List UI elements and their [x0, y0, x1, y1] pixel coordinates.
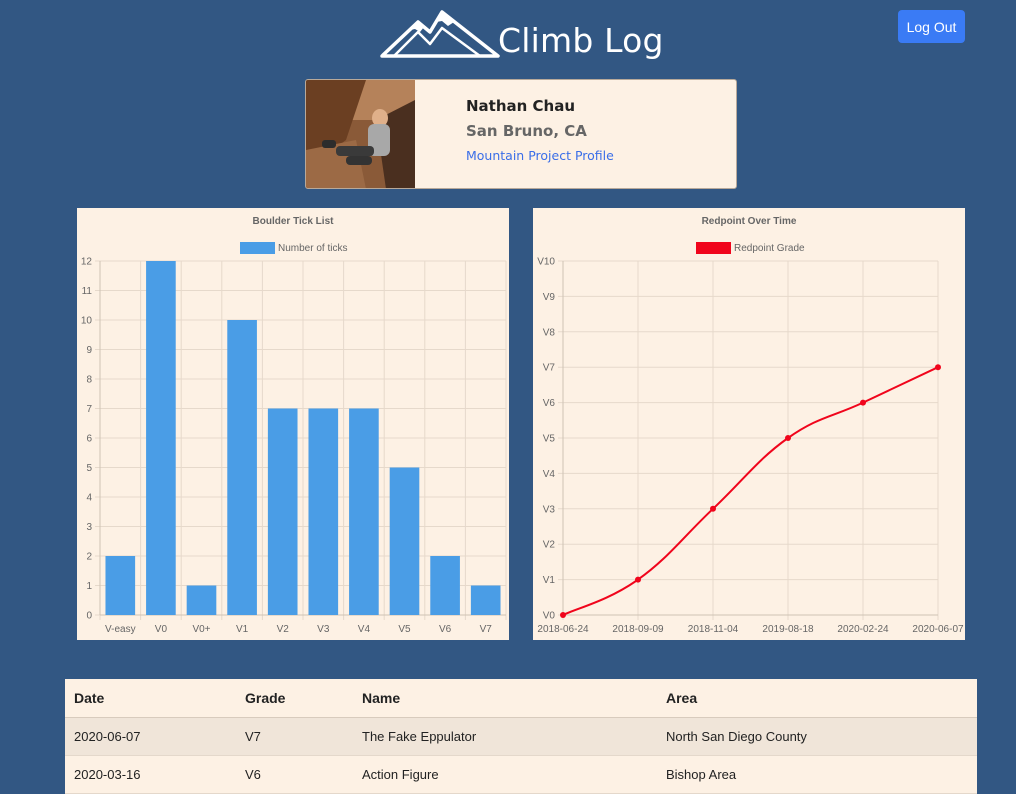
bar: [349, 408, 379, 615]
x-tick-label: V2: [277, 624, 290, 635]
y-tick-label: 9: [86, 345, 92, 356]
bar: [430, 556, 460, 615]
cell-date: 2020-06-07: [65, 717, 236, 756]
column-header-area: Area: [657, 679, 977, 718]
y-tick-label: V0: [543, 611, 556, 622]
y-tick-label: 8: [86, 375, 92, 386]
app-logo: Climb Log: [380, 8, 670, 64]
data-point: [635, 576, 641, 583]
y-tick-label: 5: [86, 463, 92, 474]
bar: [267, 408, 298, 615]
app-title: Climb Log: [498, 21, 664, 60]
x-tick-label: V6: [439, 624, 452, 635]
cell-name: The Fake Eppulator: [353, 717, 657, 756]
profile-card: Nathan Chau San Bruno, CA Mountain Proje…: [305, 79, 737, 189]
bar: [146, 261, 176, 615]
logout-button[interactable]: Log Out: [898, 10, 965, 43]
line-chart-svg: Redpoint Over Time Redpoint Grade V0 V1 V2 V3…: [537, 216, 964, 635]
ticks-table: Date Grade Name Area 2020-06-07 V7 The F…: [65, 679, 977, 794]
mountain-logo-icon: [380, 10, 500, 58]
y-tick-label: V9: [543, 292, 556, 303]
legend-swatch: [240, 242, 275, 254]
x-tick-label: V4: [358, 624, 371, 635]
bar: [105, 556, 136, 615]
bar-chart-svg: Boulder Tick ListNumber of ticks01234567…: [81, 216, 507, 635]
avatar: [306, 80, 415, 188]
data-point: [935, 364, 941, 371]
x-tick-label: 2018-11-04: [688, 624, 739, 635]
cell-date: 2020-03-16: [65, 755, 236, 794]
y-tick-label: 0: [86, 611, 92, 622]
y-tick-label: 7: [86, 404, 92, 415]
y-tick-label: V1: [543, 575, 556, 586]
data-point: [560, 612, 566, 618]
y-tick-label: 1: [86, 581, 92, 592]
y-tick-label: V7: [543, 363, 556, 374]
y-tick-label: V3: [543, 504, 556, 515]
y-tick-label: V2: [543, 540, 556, 551]
y-tick-label: 4: [86, 493, 92, 504]
header: Climb Log Log Out: [0, 0, 1016, 70]
y-tick-label: 6: [86, 434, 92, 445]
data-point: [785, 435, 791, 441]
x-tick-label: V5: [398, 624, 411, 635]
cell-grade: V6: [236, 755, 353, 794]
legend-label: Number of ticks: [278, 243, 347, 254]
x-tick-label: 2018-06-24: [537, 624, 589, 635]
x-tick-label: 2020-02-24: [837, 624, 889, 635]
bar: [308, 408, 339, 615]
bar: [227, 320, 257, 615]
bar: [186, 585, 217, 615]
y-tick-label: V6: [543, 398, 556, 409]
x-tick-label: 2019-08-18: [762, 624, 814, 635]
chart-title: Redpoint Over Time: [702, 216, 797, 227]
legend-swatch: [696, 242, 731, 254]
profile-location: San Bruno, CA: [466, 122, 587, 140]
x-tick-label: V3: [317, 624, 330, 635]
y-tick-label: 2: [86, 552, 92, 563]
boulder-tick-chart: Boulder Tick List Number of ticks 0 1 2 3 4 5 6 7…: [77, 208, 509, 640]
mountain-project-link[interactable]: Mountain Project Profile: [466, 148, 614, 163]
x-tick-label: V1: [236, 624, 249, 635]
series-line: [562, 366, 939, 616]
x-tick-label: V0+: [192, 624, 210, 635]
y-tick-label: 10: [81, 316, 93, 327]
chart-title: Boulder Tick List: [253, 216, 335, 227]
y-tick-label: V4: [543, 469, 556, 480]
redpoint-chart: Redpoint Over Time Redpoint Grade V0 V1 V2 V3…: [533, 208, 965, 640]
column-header-grade: Grade: [236, 679, 353, 718]
y-tick-label: 3: [86, 522, 92, 533]
x-tick-label: 2018-09-09: [612, 624, 664, 635]
cell-area: North San Diego County: [657, 717, 977, 756]
legend-label: Redpoint Grade: [734, 243, 805, 254]
x-tick-label: 2020-06-07: [912, 624, 964, 635]
y-tick-label: V10: [537, 257, 555, 268]
table-row: 2020-03-16 V6 Action Figure Bishop Area: [65, 755, 977, 794]
table-header-row: Date Grade Name Area: [65, 679, 977, 718]
bar: [389, 467, 420, 615]
table-row: 2020-06-07 V7 The Fake Eppulator North S…: [65, 717, 977, 756]
data-point: [710, 505, 716, 512]
x-tick-label: V7: [480, 624, 493, 635]
profile-name: Nathan Chau: [466, 97, 576, 115]
x-tick-label: V-easy: [105, 624, 136, 635]
y-tick-label: V5: [543, 434, 556, 445]
y-tick-label: 12: [81, 257, 93, 268]
bar: [470, 585, 501, 615]
cell-area: Bishop Area: [657, 755, 977, 794]
cell-name: Action Figure: [353, 755, 657, 794]
y-tick-label: 11: [82, 286, 93, 297]
column-header-date: Date: [65, 679, 236, 718]
x-tick-label: V0: [155, 624, 168, 635]
cell-grade: V7: [236, 717, 353, 756]
y-tick-label: V8: [543, 327, 556, 338]
column-header-name: Name: [353, 679, 657, 718]
data-point: [860, 399, 866, 406]
